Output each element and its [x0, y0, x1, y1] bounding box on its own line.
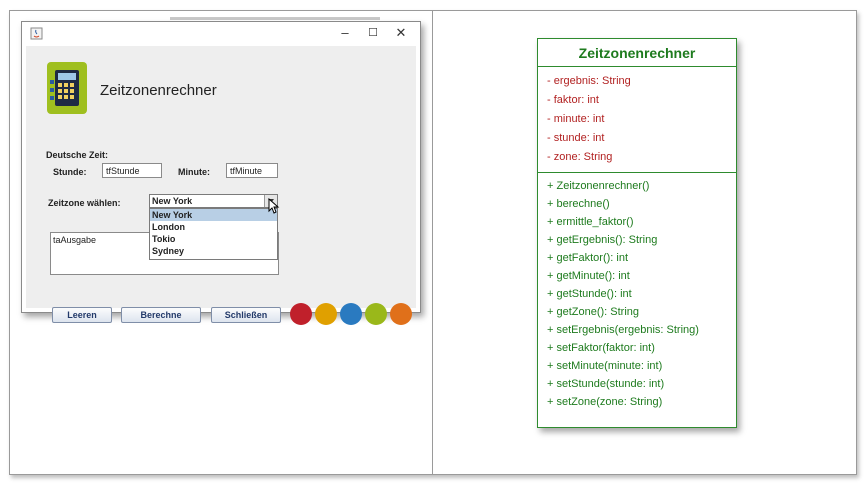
- berechne-button[interactable]: Berechne: [121, 307, 201, 323]
- title-bar: – ☐ ✕: [22, 22, 420, 44]
- uml-class-box: Zeitzonenrechner - ergebnis: String - fa…: [537, 38, 737, 428]
- uml-method: + Zeitzonenrechner(): [547, 180, 650, 192]
- schliessen-button[interactable]: Schließen: [211, 307, 281, 323]
- uml-method: + ermittle_faktor(): [547, 216, 634, 228]
- cell-divider: [432, 11, 433, 474]
- color-dot-blue: [340, 303, 362, 325]
- close-button[interactable]: ✕: [388, 24, 414, 42]
- uml-method: + setFaktor(faktor: int): [547, 342, 655, 354]
- color-dot-orange: [390, 303, 412, 325]
- uml-method: + getMinute(): int: [547, 270, 630, 282]
- dropdown-option[interactable]: Sydney: [150, 245, 277, 257]
- window-content: Zeitzonenrechner Deutsche Zeit: Stunde: …: [26, 46, 416, 325]
- zone-dropdown-list: New York London Tokio Sydney: [149, 208, 278, 260]
- uml-attribute: - zone: String: [547, 151, 613, 163]
- stunde-label: Stunde:: [53, 167, 87, 177]
- minute-label: Minute:: [178, 167, 210, 177]
- dropdown-option[interactable]: New York: [150, 209, 277, 221]
- calculator-icon: [47, 62, 87, 114]
- uml-class-name: Zeitzonenrechner: [578, 45, 696, 61]
- color-dot-green: [365, 303, 387, 325]
- maximize-button[interactable]: ☐: [360, 24, 386, 42]
- color-dot-red: [290, 303, 312, 325]
- uml-method: + setZone(zone: String): [547, 396, 663, 408]
- dropdown-option[interactable]: London: [150, 221, 277, 233]
- uml-separator: [538, 66, 736, 67]
- uml-method: + setStunde(stunde: int): [547, 378, 665, 390]
- uml-attribute: - faktor: int: [547, 94, 599, 106]
- java-icon: [30, 27, 43, 40]
- color-dot-yellow: [315, 303, 337, 325]
- uml-method: + getFaktor(): int: [547, 252, 629, 264]
- leeren-button[interactable]: Leeren: [52, 307, 112, 323]
- stunde-field[interactable]: tfStunde: [102, 163, 162, 178]
- deutsche-zeit-label: Deutsche Zeit:: [46, 150, 109, 160]
- dropdown-option[interactable]: Tokio: [150, 233, 277, 245]
- zeitzone-label: Zeitzone wählen:: [48, 198, 121, 208]
- uml-separator: [538, 172, 736, 173]
- app-title: Zeitzonenrechner: [100, 82, 217, 99]
- uml-method: + getZone(): String: [547, 306, 640, 318]
- uml-attribute: - minute: int: [547, 113, 605, 125]
- minimize-button[interactable]: –: [332, 24, 358, 42]
- app-window: – ☐ ✕ Zeitzonenrechner Deutsche Zeit: St…: [21, 21, 421, 325]
- uml-method: + setMinute(minute: int): [547, 360, 663, 372]
- mouse-cursor-icon: [268, 198, 280, 214]
- combo-selected-value: New York: [152, 196, 193, 206]
- uml-method: + berechne(): [547, 198, 610, 210]
- zone-combobox[interactable]: New York: [149, 194, 278, 208]
- uml-method: + setErgebnis(ergebnis: String): [547, 324, 699, 336]
- uml-method: + getStunde(): int: [547, 288, 632, 300]
- uml-attribute: - ergebnis: String: [547, 75, 631, 87]
- minute-field[interactable]: tfMinute: [226, 163, 278, 178]
- background-editor-strip: [170, 17, 380, 20]
- uml-method: + getErgebnis(): String: [547, 234, 658, 246]
- uml-attribute: - stunde: int: [547, 132, 605, 144]
